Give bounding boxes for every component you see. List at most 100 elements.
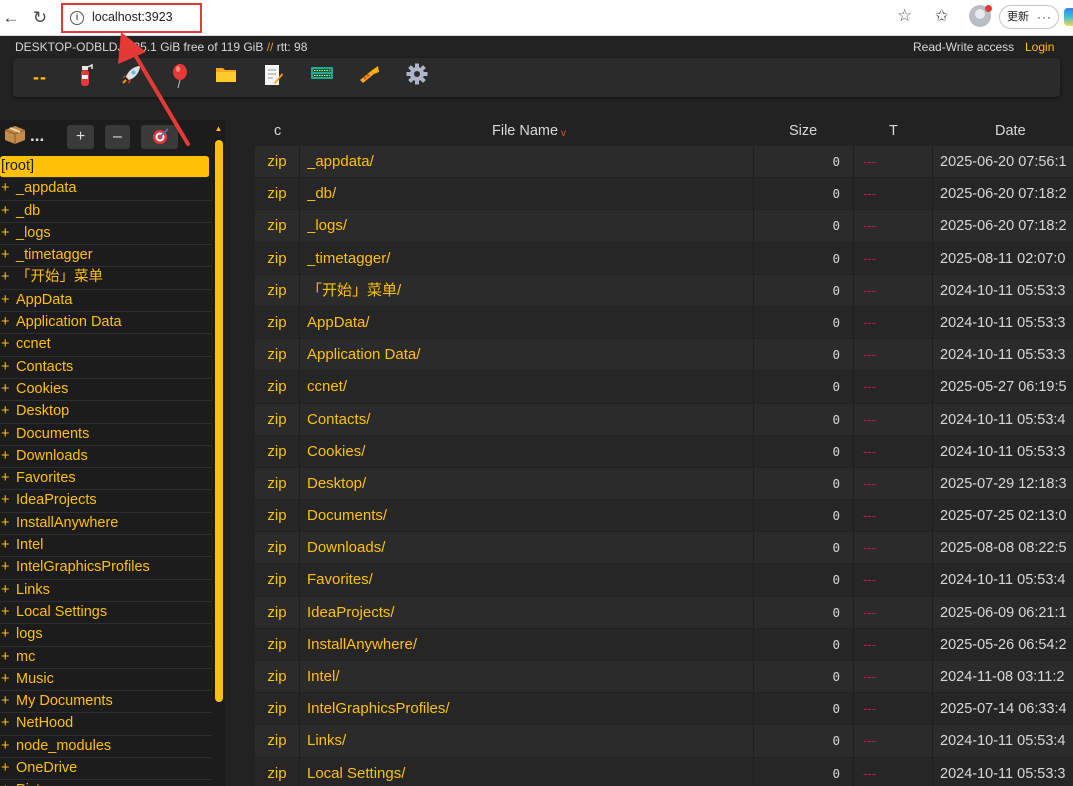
back-arrow-icon[interactable]: ← [0, 7, 22, 29]
zip-link[interactable]: zip [255, 339, 300, 372]
tree-item[interactable]: + NetHood [0, 713, 212, 736]
update-button[interactable]: 更新 ··· [999, 5, 1059, 29]
tree-item[interactable]: + ccnet [0, 334, 212, 357]
tree-item[interactable]: + 「开始」菜单 [0, 267, 212, 290]
tree-item-label[interactable]: _logs [16, 225, 51, 241]
tree-item-label[interactable]: Favorites [16, 470, 76, 486]
zip-link[interactable]: zip [255, 435, 300, 468]
tree-item[interactable]: + Downloads [0, 446, 212, 469]
tree-item-label[interactable]: Contacts [16, 359, 73, 375]
file-name-link[interactable]: ccnet/ [307, 371, 754, 404]
zip-link[interactable]: zip [255, 725, 300, 758]
file-name-link[interactable]: _appdata/ [307, 146, 754, 178]
tree-expand-icon[interactable]: + [1, 647, 16, 668]
tree-item[interactable]: + Desktop [0, 401, 212, 424]
file-name-link[interactable]: InstallAnywhere/ [307, 628, 754, 661]
target-icon[interactable] [141, 125, 178, 149]
tree-item[interactable]: + Links [0, 580, 212, 602]
table-row[interactable]: zip Favorites/0 --- 2024-10-11 05:53:4 [255, 564, 1073, 597]
column-header-date[interactable]: Date [995, 123, 1026, 139]
balloon-icon[interactable] [164, 63, 194, 91]
more-icon[interactable]: ··· [1037, 6, 1052, 28]
tree-expand-icon[interactable]: + [1, 468, 16, 489]
file-name-link[interactable]: IdeaProjects/ [307, 596, 754, 629]
tree-item-label[interactable]: Music [16, 671, 54, 687]
zip-link[interactable]: zip [255, 306, 300, 339]
tree-expand-icon[interactable]: + [1, 201, 16, 222]
file-name-link[interactable]: Downloads/ [307, 532, 754, 565]
tree-item[interactable]: + My Documents [0, 691, 212, 714]
tree-expand-icon[interactable]: + [1, 513, 16, 534]
tree-expand-icon[interactable]: + [1, 446, 16, 467]
zip-link[interactable]: zip [255, 757, 300, 786]
tree-item-label[interactable]: OneDrive [16, 760, 77, 776]
tree-expand-icon[interactable]: + [1, 379, 16, 400]
table-row[interactable]: zip Contacts/0 --- 2024-10-11 05:53:4 [255, 403, 1073, 436]
file-name-link[interactable]: Favorites/ [307, 564, 754, 597]
table-row[interactable]: zip Cookies/0 --- 2024-10-11 05:53:3 [255, 435, 1073, 468]
file-name-link[interactable]: _timetagger/ [307, 242, 754, 275]
table-row[interactable]: zip Links/0 --- 2024-10-11 05:53:4 [255, 725, 1073, 758]
tree-item[interactable]: + InstallAnywhere [0, 513, 212, 536]
login-link[interactable]: Login [1025, 40, 1054, 54]
tree-item[interactable]: + Documents [0, 424, 212, 446]
file-name-link[interactable]: _logs/ [307, 210, 754, 243]
zip-link[interactable]: zip [255, 596, 300, 629]
table-row[interactable]: zip Downloads/0 --- 2025-08-08 08:22:5 [255, 532, 1073, 565]
tree-item-label[interactable]: Links [16, 582, 50, 598]
folder-icon[interactable] [211, 63, 241, 91]
tree-item[interactable]: + IdeaProjects [0, 490, 212, 513]
collapse-button[interactable]: – [105, 125, 130, 149]
file-name-link[interactable]: AppData/ [307, 306, 754, 339]
tree-root[interactable]: [root] [0, 156, 209, 179]
tree-expand-icon[interactable]: + [1, 557, 16, 578]
reload-icon[interactable]: ↻ [29, 7, 51, 29]
file-name-link[interactable]: _db/ [307, 178, 754, 211]
tree-item-label[interactable]: Pictures [16, 782, 68, 786]
tree-item-label[interactable]: Downloads [16, 448, 88, 464]
tree-item-label[interactable]: IdeaProjects [16, 492, 97, 508]
file-name-link[interactable]: Documents/ [307, 500, 754, 533]
table-row[interactable]: zip _timetagger/0 --- 2025-08-11 02:07:0 [255, 242, 1073, 275]
table-row[interactable]: zip ccnet/0 --- 2025-05-27 06:19:5 [255, 371, 1073, 404]
tree-item[interactable]: + _db [0, 201, 212, 223]
tree-item[interactable]: + IntelGraphicsProfiles [0, 557, 212, 580]
tree-item-label[interactable]: Documents [16, 426, 89, 442]
tree-item-label[interactable]: ccnet [16, 336, 51, 352]
table-row[interactable]: zip 「开始」菜单/0 --- 2024-10-11 05:53:3 [255, 274, 1073, 307]
tree-item-label[interactable]: InstallAnywhere [16, 515, 118, 531]
table-row[interactable]: zip _appdata/0 --- 2025-06-20 07:56:1 [255, 146, 1073, 179]
zip-link[interactable]: zip [255, 693, 300, 726]
zip-link[interactable]: zip [255, 661, 300, 693]
zip-link[interactable]: zip [255, 403, 300, 436]
toolbar-dashes-button[interactable]: -- [25, 63, 55, 91]
tree-expand-icon[interactable]: + [1, 357, 16, 378]
column-header-c[interactable]: c [274, 123, 281, 139]
zip-link[interactable]: zip [255, 532, 300, 565]
tree-item-label[interactable]: Local Settings [16, 604, 107, 620]
table-row[interactable]: zip Documents/0 --- 2025-07-25 02:13:0 [255, 500, 1073, 533]
zip-link[interactable]: zip [255, 500, 300, 533]
zip-link[interactable]: zip [255, 628, 300, 661]
tree-item-label[interactable]: 「开始」菜单 [16, 269, 103, 285]
tree-expand-icon[interactable]: + [1, 290, 16, 311]
expand-button[interactable]: + [67, 125, 94, 149]
zip-link[interactable]: zip [255, 371, 300, 404]
tree-item-label[interactable]: NetHood [16, 715, 73, 731]
tree-expand-icon[interactable]: + [1, 602, 16, 623]
tree-item[interactable]: + node_modules [0, 736, 212, 759]
tree-expand-icon[interactable]: + [1, 713, 16, 734]
file-name-link[interactable]: Application Data/ [307, 339, 754, 372]
tree-scrollbar[interactable]: ▲ [214, 120, 223, 786]
column-header-name[interactable]: File Name [492, 123, 558, 139]
table-row[interactable]: zip Intel/0 --- 2024-11-08 03:11:2 [255, 661, 1073, 694]
tree-item-label[interactable]: mc [16, 649, 35, 665]
scroll-up-arrow-icon[interactable]: ▲ [214, 124, 223, 133]
scrollbar-thumb[interactable] [215, 140, 223, 702]
table-row[interactable]: zip AppData/0 --- 2024-10-11 05:53:3 [255, 306, 1073, 340]
zip-link[interactable]: zip [255, 564, 300, 597]
tree-expand-icon[interactable]: + [1, 424, 16, 445]
fire-extinguisher-icon[interactable] [70, 63, 100, 91]
tree-item-label[interactable]: AppData [16, 292, 72, 308]
tree-item[interactable]: +Pictures [0, 780, 212, 786]
